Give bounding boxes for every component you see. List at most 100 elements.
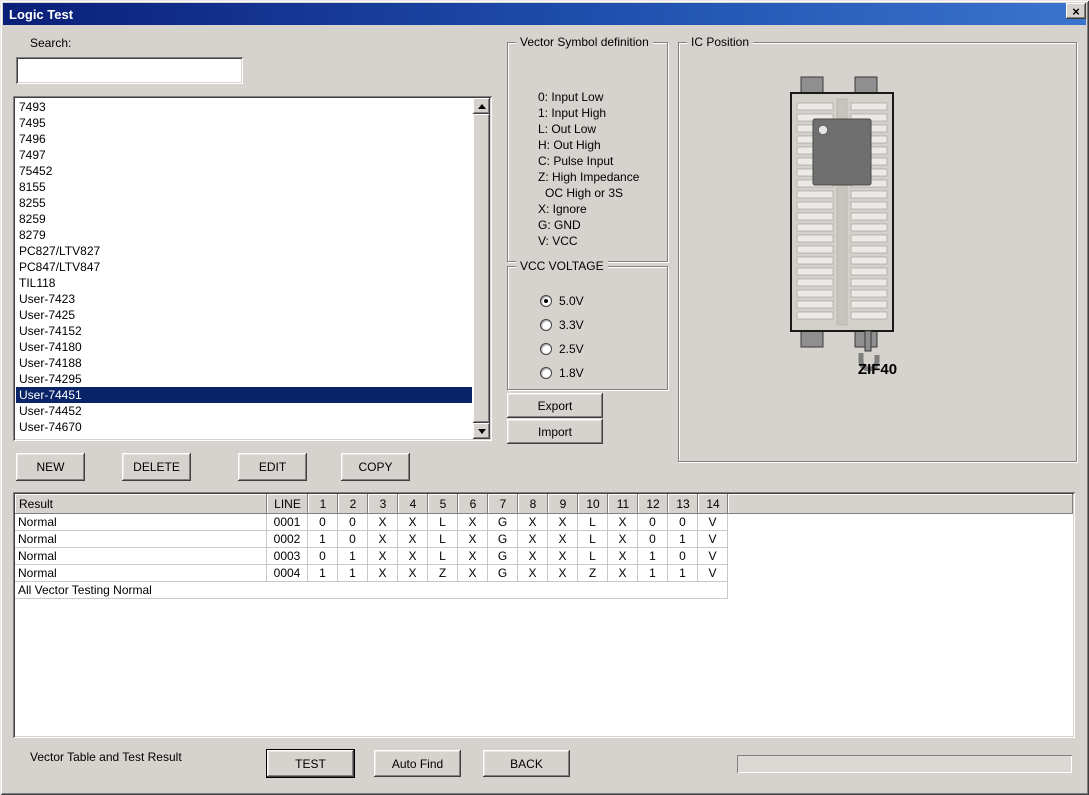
scrollbar-thumb[interactable] — [473, 114, 490, 423]
value-cell: 0 — [668, 548, 698, 565]
list-item[interactable]: User-74670 — [16, 419, 472, 435]
column-header[interactable]: 12 — [638, 494, 668, 514]
vcc-option[interactable]: 1.8V — [540, 361, 663, 385]
list-item[interactable]: User-74295 — [16, 371, 472, 387]
value-cell: X — [398, 548, 428, 565]
edit-button[interactable]: EDIT — [238, 453, 307, 481]
arrow-down-icon — [478, 429, 486, 434]
list-item[interactable]: User-74152 — [16, 323, 472, 339]
list-item[interactable]: User-7425 — [16, 307, 472, 323]
list-item[interactable]: PC847/LTV847 — [16, 259, 472, 275]
value-cell: 1 — [308, 565, 338, 582]
table-row[interactable]: Normal000100XXLXGXXLX00V — [15, 514, 1073, 531]
list-item[interactable]: 8255 — [16, 195, 472, 211]
vcc-option-label: 3.3V — [559, 318, 584, 332]
ic-chip — [813, 119, 871, 185]
value-cell: X — [548, 514, 578, 531]
auto-find-button[interactable]: Auto Find — [374, 750, 461, 777]
socket-type-label: ZIF40 — [679, 361, 1076, 378]
value-cell: 0 — [338, 514, 368, 531]
list-item[interactable]: 7493 — [16, 99, 472, 115]
value-cell: X — [458, 565, 488, 582]
list-item[interactable]: User-74452 — [16, 403, 472, 419]
column-header[interactable]: 6 — [458, 494, 488, 514]
back-button[interactable]: BACK — [483, 750, 570, 777]
list-item[interactable]: 7496 — [16, 131, 472, 147]
column-header[interactable]: 3 — [368, 494, 398, 514]
footer-caption: Vector Table and Test Result — [30, 750, 182, 764]
value-cell: X — [368, 531, 398, 548]
value-cell: G — [488, 565, 518, 582]
table-row[interactable]: All Vector Testing Normal — [15, 582, 1073, 599]
copy-button[interactable]: COPY — [341, 453, 410, 481]
column-header[interactable]: 13 — [668, 494, 698, 514]
test-button[interactable]: TEST — [267, 750, 354, 777]
value-cell: X — [608, 531, 638, 548]
delete-button[interactable]: DELETE — [122, 453, 191, 481]
vcc-voltage-groupbox: VCC VOLTAGE 5.0V3.3V2.5V1.8V — [507, 266, 668, 390]
scroll-down-button[interactable] — [473, 423, 490, 439]
search-label: Search: — [30, 36, 71, 50]
radio-icon — [540, 295, 552, 307]
value-cell: L — [578, 548, 608, 565]
value-cell: X — [398, 565, 428, 582]
table-row[interactable]: Normal000411XXZXGXXZX11V — [15, 565, 1073, 582]
list-item[interactable]: 8259 — [16, 211, 472, 227]
device-list-scrollbar[interactable] — [473, 98, 490, 439]
vcc-option[interactable]: 2.5V — [540, 337, 663, 361]
radio-icon — [540, 367, 552, 379]
column-header[interactable]: 7 — [488, 494, 518, 514]
export-button[interactable]: Export — [507, 393, 603, 418]
value-cell: G — [488, 548, 518, 565]
table-row[interactable]: Normal000210XXLXGXXLX01V — [15, 531, 1073, 548]
list-item[interactable]: User-74451 — [16, 387, 472, 403]
value-cell: 0 — [638, 531, 668, 548]
list-item[interactable]: 7497 — [16, 147, 472, 163]
value-cell: X — [368, 548, 398, 565]
column-header[interactable]: 2 — [338, 494, 368, 514]
line-cell: 0003 — [267, 548, 308, 565]
value-cell: X — [368, 514, 398, 531]
search-input[interactable] — [16, 57, 243, 84]
result-table: ResultLINE1234567891011121314 Normal0001… — [13, 492, 1075, 738]
vcc-option-label: 1.8V — [559, 366, 584, 380]
list-item[interactable]: 8155 — [16, 179, 472, 195]
close-icon: × — [1072, 5, 1080, 18]
list-item[interactable]: 8279 — [16, 227, 472, 243]
vcc-option-label: 5.0V — [559, 294, 584, 308]
value-cell: 0 — [668, 514, 698, 531]
import-button[interactable]: Import — [507, 419, 603, 444]
column-header[interactable]: 5 — [428, 494, 458, 514]
list-item[interactable]: PC827/LTV827 — [16, 243, 472, 259]
summary-cell: All Vector Testing Normal — [15, 582, 728, 599]
scroll-up-button[interactable] — [473, 98, 490, 114]
column-header[interactable]: 8 — [518, 494, 548, 514]
value-cell: X — [608, 514, 638, 531]
value-cell: V — [698, 565, 728, 582]
list-item[interactable]: 75452 — [16, 163, 472, 179]
column-header[interactable]: 9 — [548, 494, 578, 514]
vcc-option[interactable]: 3.3V — [540, 313, 663, 337]
column-header[interactable]: 14 — [698, 494, 728, 514]
value-cell: L — [428, 531, 458, 548]
result-cell: Normal — [15, 531, 267, 548]
column-header[interactable]: Result — [15, 494, 267, 514]
list-item[interactable]: TIL118 — [16, 275, 472, 291]
vcc-option[interactable]: 5.0V — [540, 289, 663, 313]
column-header[interactable]: 4 — [398, 494, 428, 514]
list-item[interactable]: User-7423 — [16, 291, 472, 307]
new-button[interactable]: NEW — [16, 453, 85, 481]
list-item[interactable]: 7495 — [16, 115, 472, 131]
column-header[interactable]: LINE — [267, 494, 308, 514]
table-row[interactable]: Normal000301XXLXGXXLX10V — [15, 548, 1073, 565]
column-header[interactable]: 10 — [578, 494, 608, 514]
column-header[interactable]: 11 — [608, 494, 638, 514]
column-header[interactable]: 1 — [308, 494, 338, 514]
value-cell: 1 — [338, 548, 368, 565]
list-item[interactable]: User-74180 — [16, 339, 472, 355]
list-item[interactable]: User-74188 — [16, 355, 472, 371]
value-cell: V — [698, 531, 728, 548]
symbol-line: 1: Input High — [538, 105, 667, 121]
value-cell: V — [698, 548, 728, 565]
close-button[interactable]: × — [1066, 3, 1086, 19]
